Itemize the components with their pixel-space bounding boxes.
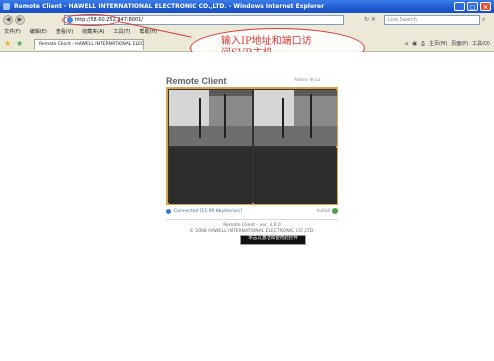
feeds-icon[interactable]: ▣ bbox=[412, 40, 417, 49]
print-icon[interactable]: ⎙ bbox=[421, 40, 425, 49]
camera-view-2[interactable] bbox=[254, 90, 337, 146]
favorites-star-icon[interactable]: ★ bbox=[4, 39, 11, 49]
status-text: Connected [15.09 Kbytes/sec] bbox=[174, 209, 242, 214]
search-placeholder: Live Search bbox=[388, 17, 417, 23]
menu-edit[interactable]: 编辑(E) bbox=[30, 27, 47, 37]
annotation-line-1: 输入IP地址和端口访 bbox=[221, 36, 312, 47]
page-content: Remote Client Admin ⚙ Lo 单击以激活和使用此控件 Con… bbox=[0, 52, 494, 361]
menu-file[interactable]: 文件(F) bbox=[4, 27, 21, 37]
page-footer: Remote Client - ver. 3.0.0 © 2008 HAWELL… bbox=[166, 223, 338, 235]
menu-tools[interactable]: 工具(T) bbox=[114, 27, 131, 37]
connection-status: Connected [15.09 Kbytes/sec] Install bbox=[166, 208, 338, 216]
activate-control-tooltip[interactable]: 单击以激活和使用此控件 bbox=[240, 235, 306, 245]
cmd-page[interactable]: 页面(P) bbox=[451, 40, 468, 49]
cmd-home[interactable]: 主页(M) bbox=[429, 40, 447, 49]
window-title: Remote Client - HAWELL INTERNATIONAL ELE… bbox=[14, 3, 325, 10]
admin-links[interactable]: Admin ⚙ Lo bbox=[294, 78, 320, 83]
status-icon bbox=[166, 209, 171, 214]
menu-view[interactable]: 查看(V) bbox=[56, 27, 73, 37]
camera-view-1[interactable] bbox=[169, 90, 252, 146]
back-button[interactable]: ◀ bbox=[3, 15, 13, 25]
close-button[interactable]: × bbox=[480, 2, 491, 11]
minimize-button[interactable]: _ bbox=[454, 2, 465, 11]
search-input[interactable]: Live Search bbox=[384, 15, 480, 25]
camera-view-4[interactable] bbox=[254, 148, 337, 204]
tab-remote-client[interactable]: Remote Client - HAWELL INTERNATIONAL ELE… bbox=[34, 39, 144, 50]
video-grid[interactable] bbox=[166, 87, 338, 205]
cmd-tools[interactable]: 工具(O) bbox=[472, 40, 490, 49]
install-icon[interactable] bbox=[332, 208, 338, 214]
camera-view-3[interactable] bbox=[169, 148, 252, 204]
maximize-button[interactable]: □ bbox=[467, 2, 478, 11]
menu-favorites[interactable]: 收藏夹(A) bbox=[82, 27, 104, 37]
address-bar: ◀ ▶ http://58.60.252.247:8001/ ↻ ✕ Live … bbox=[0, 13, 494, 28]
command-bar: ⌂ ▣ ⎙ 主页(M) 页面(P) 工具(O) bbox=[405, 40, 490, 49]
footer-divider bbox=[166, 219, 338, 220]
add-favorite-icon[interactable]: ★ bbox=[16, 39, 23, 49]
install-link[interactable]: Install bbox=[316, 208, 330, 215]
page-title: Remote Client bbox=[166, 76, 227, 86]
window-controls: _ □ × bbox=[454, 2, 491, 11]
footer-copyright: © 2008 HAWELL INTERNATIONAL ELECTRONIC C… bbox=[189, 229, 315, 234]
home-icon[interactable]: ⌂ bbox=[405, 40, 408, 49]
refresh-icon[interactable]: ↻ ✕ bbox=[364, 16, 376, 23]
url-highlight-circle bbox=[62, 14, 120, 26]
window-titlebar: Remote Client - HAWELL INTERNATIONAL ELE… bbox=[0, 0, 494, 13]
forward-button[interactable]: ▶ bbox=[15, 15, 25, 25]
search-icon[interactable]: ⌕ bbox=[482, 16, 485, 24]
ie-app-icon bbox=[3, 3, 10, 10]
